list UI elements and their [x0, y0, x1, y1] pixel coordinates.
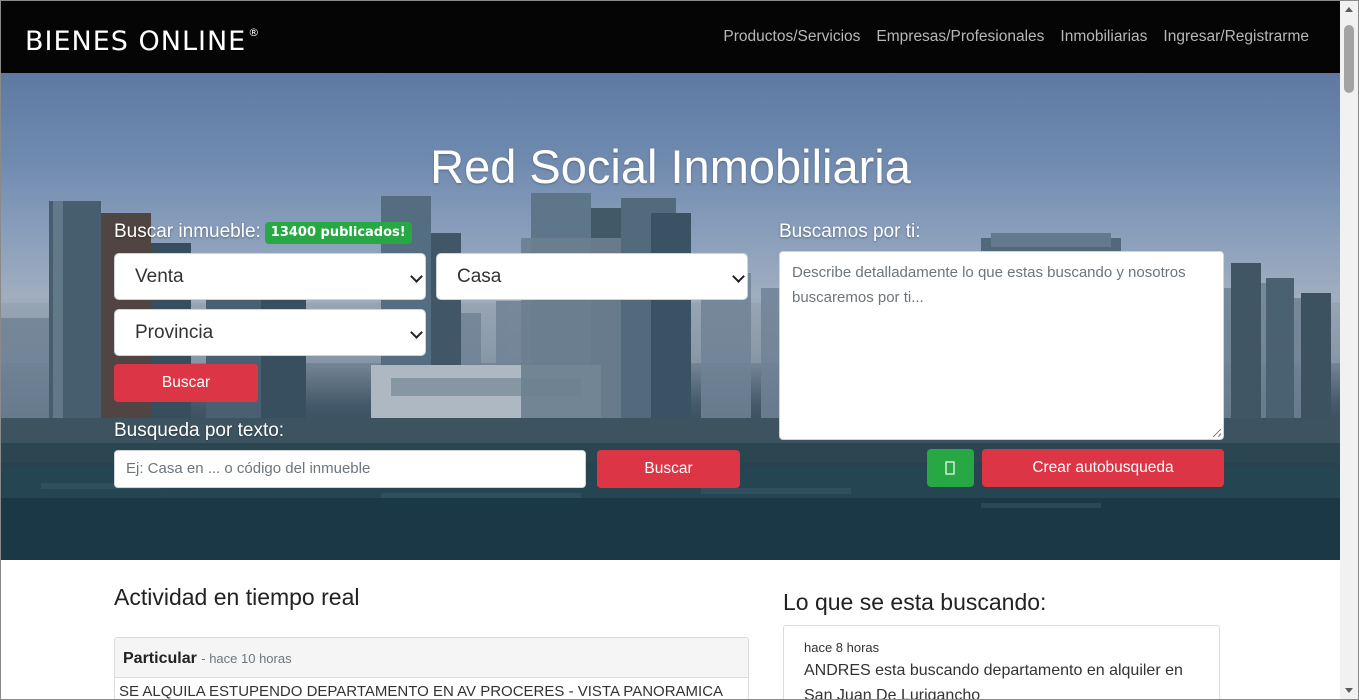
nav-link-inmobiliarias[interactable]: Inmobiliarias	[1060, 28, 1147, 46]
province-select-value: Provincia	[135, 322, 214, 343]
chevron-down-icon	[410, 270, 423, 283]
searching-title: Lo que se esta buscando:	[783, 589, 1047, 615]
resize-grip-icon[interactable]	[1213, 429, 1221, 437]
logo-text: BIENES ONLINE	[25, 26, 247, 57]
searching-text: ANDRES esta buscando departamento en alq…	[804, 662, 1183, 700]
activity-title: Actividad en tiempo real	[114, 584, 360, 610]
whatsapp-button[interactable]	[927, 449, 974, 487]
we-search-placeholder: Describe detalladamente lo que estas bus…	[792, 264, 1186, 306]
hero-title: Red Social Inmobiliaria	[430, 140, 911, 193]
vertical-scrollbar[interactable]	[1340, 1, 1358, 699]
hero-banner: Red Social Inmobiliaria Buscar inmueble:…	[1, 73, 1340, 560]
site-logo[interactable]: BIENES ONLINE ®	[25, 21, 260, 58]
we-search-label: Buscamos por ti:	[779, 221, 921, 242]
text-search-input[interactable]: Ej: Casa en ... o código del inmueble	[114, 450, 586, 488]
activity-card-header: Particular - hace 10 horas	[115, 638, 748, 678]
we-search-textarea[interactable]: Describe detalladamente lo que estas bus…	[779, 251, 1224, 440]
search-property-label: Buscar inmueble: 13400 publicados!	[114, 220, 412, 244]
activity-author: Particular	[123, 650, 197, 667]
operation-select[interactable]: Venta	[114, 253, 426, 300]
activity-card[interactable]: Particular - hace 10 horas SE ALQUILA ES…	[114, 637, 749, 700]
scroll-down-arrow-icon[interactable]	[1345, 688, 1353, 693]
property-type-select-value: Casa	[457, 266, 502, 287]
scroll-up-arrow-icon[interactable]	[1345, 7, 1353, 12]
chevron-down-icon	[732, 270, 745, 283]
text-search-label: Busqueda por texto:	[114, 420, 285, 441]
nav-links: Productos/Servicios Empresas/Profesional…	[723, 28, 1309, 46]
missing-glyph-icon	[945, 461, 955, 475]
text-search-button[interactable]: Buscar	[597, 450, 740, 488]
registered-mark: ®	[248, 26, 261, 39]
property-type-select[interactable]: Casa	[436, 253, 748, 300]
nav-link-ingresar-registrarme[interactable]: Ingresar/Registrarme	[1163, 28, 1309, 46]
scroll-thumb[interactable]	[1344, 25, 1354, 93]
nav-link-empresas-profesionales[interactable]: Empresas/Profesionales	[876, 28, 1044, 46]
search-button[interactable]: Buscar	[114, 364, 258, 402]
top-navbar: BIENES ONLINE ® Productos/Servicios Empre…	[1, 1, 1340, 73]
nav-link-productos-servicios[interactable]: Productos/Servicios	[723, 28, 860, 46]
search-property-label-text: Buscar inmueble:	[114, 221, 261, 242]
province-select[interactable]: Provincia	[114, 309, 426, 356]
published-count-badge: 13400 publicados!	[264, 222, 412, 244]
chevron-down-icon	[410, 326, 423, 339]
operation-select-value: Venta	[135, 266, 184, 287]
create-auto-search-button[interactable]: Crear autobusqueda	[982, 449, 1224, 487]
activity-text[interactable]: SE ALQUILA ESTUPENDO DEPARTAMENTO EN AV …	[115, 678, 748, 700]
activity-time: - hace 10 horas	[201, 651, 292, 666]
browser-viewport: BIENES ONLINE ® Productos/Servicios Empre…	[0, 0, 1359, 700]
searching-time: hace 8 horas	[804, 640, 880, 655]
searching-card[interactable]: hace 8 horas ANDRES esta buscando depart…	[783, 625, 1220, 700]
